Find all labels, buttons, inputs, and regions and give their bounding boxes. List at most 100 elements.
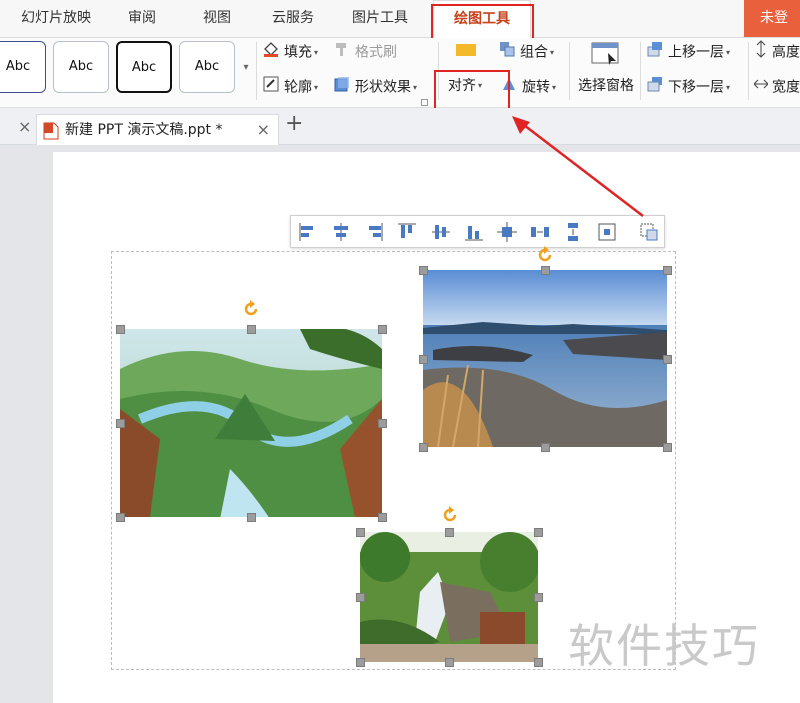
- distribute-vertical-icon[interactable]: [562, 221, 584, 243]
- resize-handle[interactable]: [534, 658, 543, 667]
- distribute-horizontal-icon[interactable]: [529, 221, 551, 243]
- resize-handle[interactable]: [247, 325, 256, 334]
- align-left-icon[interactable]: [297, 221, 319, 243]
- shape-style-2[interactable]: Abc: [53, 41, 109, 93]
- close-icon[interactable]: ×: [18, 117, 31, 136]
- align-bottom-icon[interactable]: [463, 221, 485, 243]
- watermark: 软件技巧: [568, 619, 760, 673]
- resize-handle[interactable]: [419, 266, 428, 275]
- tab-review[interactable]: 审阅: [112, 0, 172, 37]
- bring-forward-icon: [646, 40, 664, 65]
- style-gallery-more-icon[interactable]: ▾: [239, 46, 253, 90]
- resize-handle[interactable]: [541, 443, 550, 452]
- shape-effects-label: 形状效果: [355, 79, 411, 96]
- resize-handle[interactable]: [378, 419, 387, 428]
- select-objects-icon[interactable]: [638, 221, 660, 243]
- rotate-icon: [500, 75, 518, 100]
- tab-picture-tools[interactable]: 图片工具: [338, 0, 422, 37]
- resize-handle[interactable]: [534, 593, 543, 602]
- resize-handle[interactable]: [419, 443, 428, 452]
- group-icon: [498, 40, 516, 65]
- resize-handle[interactable]: [445, 658, 454, 667]
- picture-seaside-rocks[interactable]: [423, 270, 667, 447]
- shape-style-1[interactable]: Abc: [0, 41, 46, 93]
- new-tab-plus-icon[interactable]: +: [285, 111, 303, 136]
- selection-pane-icon[interactable]: [591, 41, 619, 67]
- rotate-handle-icon[interactable]: [536, 246, 554, 264]
- tab-cloud-service[interactable]: 云服务: [258, 0, 328, 37]
- resize-handle[interactable]: [247, 513, 256, 522]
- align-to-slide-icon[interactable]: [596, 221, 618, 243]
- resize-handle[interactable]: [419, 354, 428, 364]
- selection-pane-button[interactable]: 选择窗格: [578, 75, 634, 97]
- outline-button[interactable]: 轮廓 ▾: [262, 75, 318, 97]
- outline-label: 轮廓: [284, 79, 312, 96]
- resize-handle[interactable]: [663, 266, 672, 275]
- document-tab[interactable]: 新建 PPT 演示文稿.ppt * ×: [36, 114, 279, 145]
- resize-handle[interactable]: [116, 513, 125, 522]
- shape-style-4[interactable]: Abc: [179, 41, 235, 93]
- annotation-arrow: [512, 116, 644, 217]
- align-top-icon[interactable]: [396, 221, 418, 243]
- tab-drawing-tools[interactable]: 绘图工具: [433, 0, 531, 38]
- rotate-button[interactable]: 旋转 ▾: [500, 75, 556, 97]
- distribute-center-icon[interactable]: [496, 221, 518, 243]
- resize-handle[interactable]: [378, 325, 387, 334]
- close-document-icon[interactable]: ×: [257, 115, 270, 145]
- ribbon-toolbar: Abc Abc Abc Abc ▾ 填充 ▾ 格式刷 轮廓 ▾ 形状效果 ▾ 组合 ▾ …: [0, 38, 800, 108]
- shape-icon-button[interactable]: [452, 40, 482, 62]
- send-backward-label: 下移一层: [668, 79, 724, 96]
- resize-handle[interactable]: [356, 593, 365, 602]
- resize-handle[interactable]: [663, 443, 672, 452]
- pen-outline-icon: [262, 75, 280, 100]
- group-label: 组合: [520, 44, 548, 61]
- document-title: 新建 PPT 演示文稿.ppt *: [65, 122, 223, 138]
- resize-handle[interactable]: [534, 528, 543, 537]
- separator: [256, 42, 257, 100]
- login-button[interactable]: 未登: [744, 0, 800, 37]
- shape-style-3[interactable]: Abc: [116, 41, 172, 93]
- separator: [748, 42, 749, 100]
- bring-forward-button[interactable]: 上移一层 ▾: [646, 40, 730, 62]
- format-painter-button[interactable]: 格式刷: [333, 40, 397, 62]
- tab-view[interactable]: 视图: [187, 0, 247, 37]
- shape-effects-button[interactable]: 形状效果 ▾: [333, 75, 417, 97]
- rotate-handle-icon[interactable]: [242, 300, 260, 318]
- shape-effects-icon: [333, 75, 351, 100]
- shape-fill-icon: [452, 40, 478, 65]
- rotate-label: 旋转: [522, 79, 550, 96]
- height-icon: [754, 40, 768, 65]
- height-field[interactable]: 高度: [754, 40, 800, 62]
- resize-handle[interactable]: [445, 528, 454, 537]
- dialog-launcher-icon[interactable]: [421, 99, 428, 106]
- format-painter-icon: [333, 40, 351, 65]
- paint-bucket-icon: [262, 40, 280, 65]
- fill-label: 填充: [284, 44, 312, 61]
- resize-handle[interactable]: [541, 266, 550, 275]
- ribbon-tab-row: 幻灯片放映 审阅 视图 云服务 图片工具 绘图工具 未登: [0, 0, 800, 38]
- send-backward-button[interactable]: 下移一层 ▾: [646, 75, 730, 97]
- width-icon: [753, 75, 769, 100]
- picture-fantasy-valley[interactable]: [120, 329, 382, 517]
- document-tab-strip: × 新建 PPT 演示文稿.ppt * × +: [0, 108, 800, 145]
- separator: [640, 42, 641, 100]
- align-button[interactable]: 对齐 ▾: [448, 75, 482, 97]
- group-button[interactable]: 组合 ▾: [498, 40, 554, 62]
- align-middle-icon[interactable]: [430, 221, 452, 243]
- width-field[interactable]: 宽度: [753, 75, 800, 100]
- resize-handle[interactable]: [663, 354, 672, 364]
- separator: [438, 42, 439, 100]
- align-label: 对齐: [448, 78, 476, 94]
- tab-slideshow[interactable]: 幻灯片放映: [6, 0, 106, 37]
- resize-handle[interactable]: [116, 325, 125, 334]
- separator: [569, 42, 570, 100]
- align-right-icon[interactable]: [363, 221, 385, 243]
- fill-button[interactable]: 填充 ▾: [262, 40, 318, 62]
- align-center-icon[interactable]: [330, 221, 352, 243]
- resize-handle[interactable]: [356, 658, 365, 667]
- rotate-handle-icon[interactable]: [441, 506, 459, 524]
- resize-handle[interactable]: [378, 513, 387, 522]
- resize-handle[interactable]: [116, 419, 125, 428]
- picture-waterfall-forest[interactable]: [360, 532, 538, 662]
- resize-handle[interactable]: [356, 528, 365, 537]
